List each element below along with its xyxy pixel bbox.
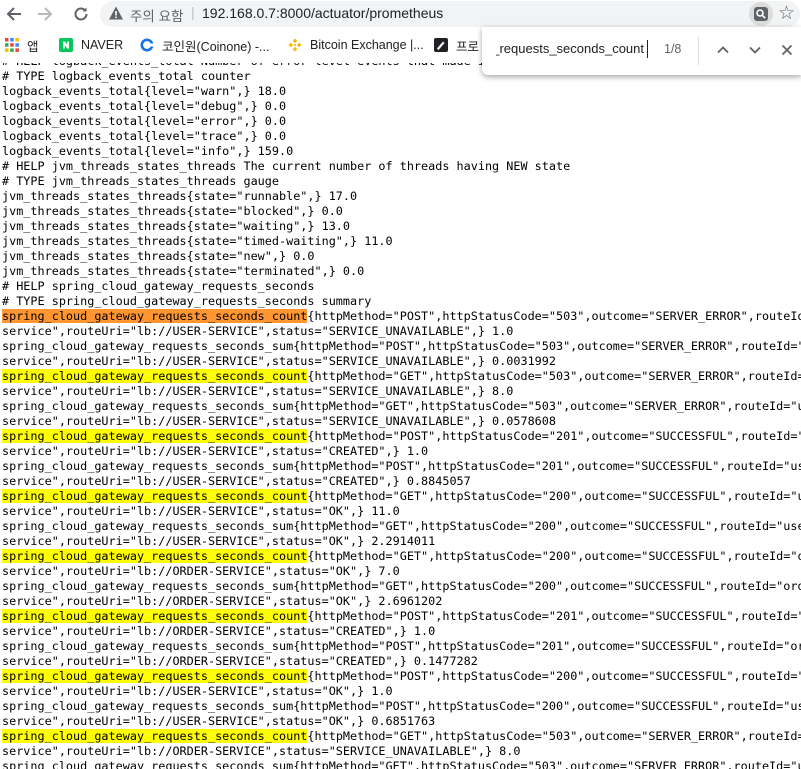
- metrics-line: spring_cloud_gateway_requests_seconds_co…: [2, 429, 801, 443]
- metrics-line: jvm_threads_states_threads{state="blocke…: [2, 204, 343, 218]
- metrics-line: logback_events_total{level="trace",} 0.0: [2, 129, 287, 143]
- metrics-line: # TYPE jvm_threads_states_threads gauge: [2, 174, 279, 188]
- metrics-line: service",routeUri="lb://USER-SERVICE",st…: [2, 444, 429, 458]
- bookmark-label: 프로: [456, 39, 480, 54]
- metrics-line: spring_cloud_gateway_requests_seconds_co…: [2, 609, 801, 623]
- find-divider: [698, 37, 699, 65]
- chevron-up-icon: [717, 46, 729, 54]
- metrics-line: # TYPE spring_cloud_gateway_requests_sec…: [2, 294, 372, 308]
- metrics-line: # TYPE logback_events_total counter: [2, 69, 251, 83]
- star-icon[interactable]: ☆: [778, 2, 795, 26]
- metrics-line: # HELP spring_cloud_gateway_requests_sec…: [2, 279, 315, 293]
- find-close-button[interactable]: [776, 39, 798, 61]
- search-extension-icon: [754, 7, 768, 21]
- bookmark-coinone[interactable]: 코인원(Coinone) -...: [140, 35, 269, 55]
- metrics-line: spring_cloud_gateway_requests_seconds_co…: [2, 369, 801, 383]
- reload-icon: [74, 7, 88, 21]
- metrics-line: service",routeUri="lb://USER-SERVICE",st…: [2, 324, 514, 338]
- back-arrow-icon: [6, 7, 21, 21]
- find-match-count: 1/8: [664, 42, 682, 56]
- chevron-down-icon: [749, 46, 761, 54]
- metrics-line: spring_cloud_gateway_requests_seconds_su…: [2, 759, 801, 769]
- metrics-line: service",routeUri="lb://USER-SERVICE",st…: [2, 414, 556, 428]
- metrics-line: spring_cloud_gateway_requests_seconds_su…: [2, 399, 801, 413]
- browser-toolbar: 주의 요함 | 192.168.0.7:8000/actuator/promet…: [0, 0, 801, 30]
- find-input[interactable]: spring_cloud_gateway_requests_seconds_co…: [496, 41, 644, 56]
- prometheus-metrics-text: # HELP logback_events_total Number of er…: [2, 63, 801, 769]
- metrics-line: service",routeUri="lb://USER-SERVICE",st…: [2, 474, 471, 488]
- find-in-page-bar: spring_cloud_gateway_requests_seconds_co…: [482, 27, 801, 75]
- address-separator: |: [191, 4, 195, 20]
- metrics-line: service",routeUri="lb://USER-SERVICE",st…: [2, 354, 556, 368]
- metrics-line: spring_cloud_gateway_requests_seconds_su…: [2, 699, 801, 713]
- metrics-line: spring_cloud_gateway_requests_seconds_su…: [2, 459, 801, 473]
- metrics-line: service",routeUri="lb://ORDER-SERVICE",s…: [2, 594, 443, 608]
- metrics-line: spring_cloud_gateway_requests_seconds_co…: [2, 729, 801, 743]
- back-button[interactable]: [2, 2, 26, 26]
- warning-icon[interactable]: [108, 5, 124, 21]
- address-bar[interactable]: 주의 요함 | 192.168.0.7:8000/actuator/promet…: [100, 1, 800, 27]
- find-previous-button[interactable]: [712, 39, 734, 61]
- metrics-line: logback_events_total{level="debug",} 0.0: [2, 99, 287, 113]
- reload-button[interactable]: [69, 2, 93, 26]
- bookmark-label: Bitcoin Exchange |...: [310, 38, 424, 52]
- url-text[interactable]: 192.168.0.7:8000/actuator/prometheus: [202, 5, 443, 21]
- metrics-line: service",routeUri="lb://ORDER-SERVICE",s…: [2, 744, 521, 758]
- forward-button[interactable]: [33, 2, 57, 26]
- metrics-line: logback_events_total{level="error",} 0.0: [2, 114, 287, 128]
- bookmark-bitcoin-exchange[interactable]: Bitcoin Exchange |...: [288, 35, 424, 55]
- search-match: spring_cloud_gateway_requests_seconds_co…: [2, 729, 308, 743]
- metrics-line: spring_cloud_gateway_requests_seconds_su…: [2, 579, 801, 593]
- metrics-line: service",routeUri="lb://ORDER-SERVICE",s…: [2, 654, 478, 668]
- metrics-line: spring_cloud_gateway_requests_seconds_co…: [2, 549, 801, 563]
- metrics-line: service",routeUri="lb://USER-SERVICE",st…: [2, 684, 393, 698]
- metrics-line: spring_cloud_gateway_requests_seconds_co…: [2, 669, 801, 683]
- metrics-line: jvm_threads_states_threads{state="termin…: [2, 264, 365, 278]
- binance-icon: [288, 38, 302, 52]
- metrics-line: spring_cloud_gateway_requests_seconds_co…: [2, 489, 801, 503]
- search-match: spring_cloud_gateway_requests_seconds_co…: [2, 549, 308, 563]
- bookmark-apps[interactable]: 앱: [5, 35, 39, 55]
- search-match: spring_cloud_gateway_requests_seconds_co…: [2, 489, 308, 503]
- find-next-button[interactable]: [744, 39, 766, 61]
- security-status-text[interactable]: 주의 요함: [130, 5, 183, 25]
- text-caret: [647, 40, 648, 58]
- metrics-line: jvm_threads_states_threads{state="waitin…: [2, 219, 351, 233]
- metrics-line: jvm_threads_states_threads{state="new",}…: [2, 249, 315, 263]
- page-content: # HELP logback_events_total Number of er…: [0, 63, 801, 769]
- metrics-line: logback_events_total{level="info",} 159.…: [2, 144, 294, 158]
- current-search-match: spring_cloud_gateway_requests_seconds_co…: [2, 309, 308, 323]
- forward-arrow-icon: [38, 7, 53, 21]
- metrics-line: # HELP jvm_threads_states_threads The cu…: [2, 159, 571, 173]
- metrics-line: spring_cloud_gateway_requests_seconds_su…: [2, 519, 801, 533]
- metrics-line: spring_cloud_gateway_requests_seconds_co…: [2, 309, 801, 323]
- close-icon: [781, 44, 793, 56]
- metrics-line: spring_cloud_gateway_requests_seconds_su…: [2, 339, 801, 353]
- metrics-line: service",routeUri="lb://USER-SERVICE",st…: [2, 714, 436, 728]
- bookmark-app-icon: [434, 38, 448, 52]
- find-query-text: spring_cloud_gateway_requests_seconds_co…: [496, 41, 644, 56]
- metrics-line: jvm_threads_states_threads{state="timed-…: [2, 234, 393, 248]
- bookmark-label: 앱: [27, 39, 39, 54]
- bookmark-label: NAVER: [81, 38, 124, 52]
- metrics-line: service",routeUri="lb://USER-SERVICE",st…: [2, 384, 514, 398]
- bookmark-label: 코인원(Coinone) -...: [162, 39, 270, 54]
- metrics-line: jvm_threads_states_threads{state="runnab…: [2, 189, 358, 203]
- bookmark-naver[interactable]: NAVER: [59, 35, 123, 55]
- metrics-line: service",routeUri="lb://ORDER-SERVICE",s…: [2, 564, 400, 578]
- coinone-icon: [140, 38, 154, 52]
- metrics-line: spring_cloud_gateway_requests_seconds_su…: [2, 639, 801, 653]
- metrics-line: logback_events_total{level="warn",} 18.0: [2, 84, 287, 98]
- search-match: spring_cloud_gateway_requests_seconds_co…: [2, 609, 308, 623]
- bookmark-pro[interactable]: 프로: [434, 35, 479, 55]
- search-extension-button[interactable]: [749, 2, 773, 26]
- apps-grid-icon: [5, 38, 19, 52]
- search-match: spring_cloud_gateway_requests_seconds_co…: [2, 369, 308, 383]
- metrics-line: service",routeUri="lb://USER-SERVICE",st…: [2, 504, 400, 518]
- search-match: spring_cloud_gateway_requests_seconds_co…: [2, 669, 308, 683]
- metrics-line: service",routeUri="lb://ORDER-SERVICE",s…: [2, 624, 436, 638]
- naver-icon: [59, 38, 73, 52]
- metrics-line: service",routeUri="lb://USER-SERVICE",st…: [2, 534, 436, 548]
- search-match: spring_cloud_gateway_requests_seconds_co…: [2, 429, 308, 443]
